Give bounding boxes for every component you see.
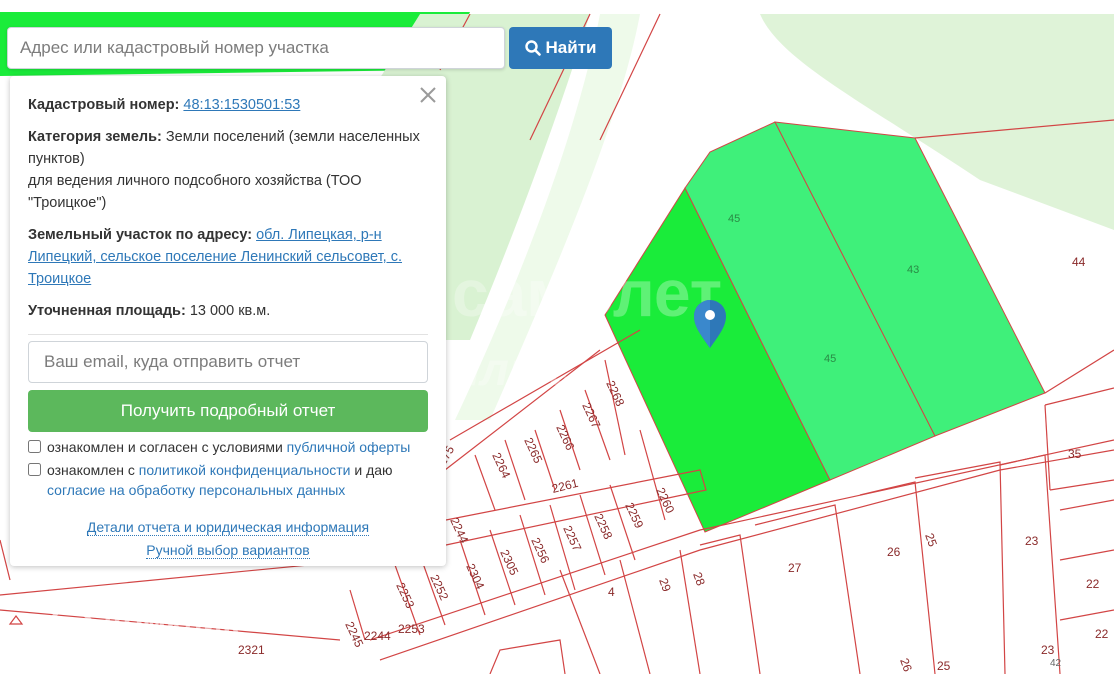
map-label: 23 — [1041, 643, 1055, 657]
privacy-policy-link[interactable]: политикой конфиденциальности — [139, 462, 351, 478]
email-field[interactable] — [28, 341, 428, 383]
get-report-button[interactable]: Получить подробный отчет — [28, 390, 428, 432]
public-offer-link[interactable]: публичной оферты — [287, 439, 411, 455]
map-label: 4 — [608, 585, 615, 599]
panel-footer-links: Детали отчета и юридическая информация Р… — [10, 516, 446, 562]
offer-consent-row: ознакомлен и согласен с условиями публич… — [28, 437, 428, 457]
divider — [28, 334, 428, 335]
offer-consent-label: ознакомлен и согласен с условиями публич… — [47, 439, 411, 455]
map-label: 2244 — [364, 629, 391, 643]
land-category-label: Категория земель: — [28, 129, 162, 145]
map-label: 25 — [937, 659, 951, 673]
map-label: 43 — [907, 264, 919, 276]
map-label: 22 — [1095, 627, 1109, 641]
close-icon[interactable] — [419, 86, 437, 104]
privacy-consent-row: ознакомлен с политикой конфиденциальност… — [28, 460, 428, 500]
svg-text:самолет: самолет — [452, 256, 722, 330]
manual-selection-link[interactable]: Ручной выбор вариантов — [146, 542, 310, 559]
map-label: 44 — [1072, 255, 1086, 269]
map-label: 45 — [824, 353, 836, 365]
map-label: 23 — [1025, 534, 1039, 548]
offer-consent-checkbox[interactable] — [28, 440, 41, 453]
map-label: 22 — [1086, 577, 1100, 591]
parcel-info-panel: Кадастровый номер: 48:13:1530501:53 Кате… — [10, 76, 446, 566]
map-label: 35 — [1068, 447, 1082, 461]
address-label: Земельный участок по адресу: — [28, 227, 253, 243]
search-button[interactable]: Найти — [509, 27, 612, 69]
land-category-field: Категория земель: Земли поселений (земли… — [28, 126, 428, 214]
svg-text:плюс: плюс — [452, 343, 573, 395]
map-label: 2321 — [238, 643, 265, 657]
area-field: Уточненная площадь: 13 000 кв.м. — [28, 300, 428, 322]
personal-data-consent-link[interactable]: согласие на обработку персональных данны… — [47, 482, 345, 498]
map-label: 2253 — [398, 622, 425, 636]
search-input[interactable] — [8, 28, 504, 68]
map-label: 26 — [887, 545, 901, 559]
map-label: 45 — [728, 213, 740, 225]
cadastral-number-link[interactable]: 48:13:1530501:53 — [183, 97, 300, 113]
cadastral-number-label: Кадастровый номер: — [28, 97, 180, 113]
search-icon — [524, 40, 541, 56]
address-field: Земельный участок по адресу: обл. Липецк… — [28, 224, 428, 290]
land-category-purpose: для ведения личного подсобного хозяйства… — [28, 173, 362, 211]
search-button-label: Найти — [545, 38, 597, 57]
cadastral-number-field: Кадастровый номер: 48:13:1530501:53 — [28, 94, 428, 116]
map-label: 27 — [788, 561, 802, 575]
privacy-consent-checkbox[interactable] — [28, 463, 41, 476]
svg-text:Домклик: Домклик — [100, 603, 239, 639]
privacy-consent-label: ознакомлен с политикой конфиденциальност… — [47, 462, 393, 498]
report-details-link[interactable]: Детали отчета и юридическая информация — [86, 519, 370, 536]
area-value: 13 000 кв.м. — [189, 303, 271, 319]
search-bar — [7, 27, 505, 69]
area-label: Уточненная площадь: — [28, 303, 186, 319]
map-label: 42 — [1050, 658, 1062, 669]
